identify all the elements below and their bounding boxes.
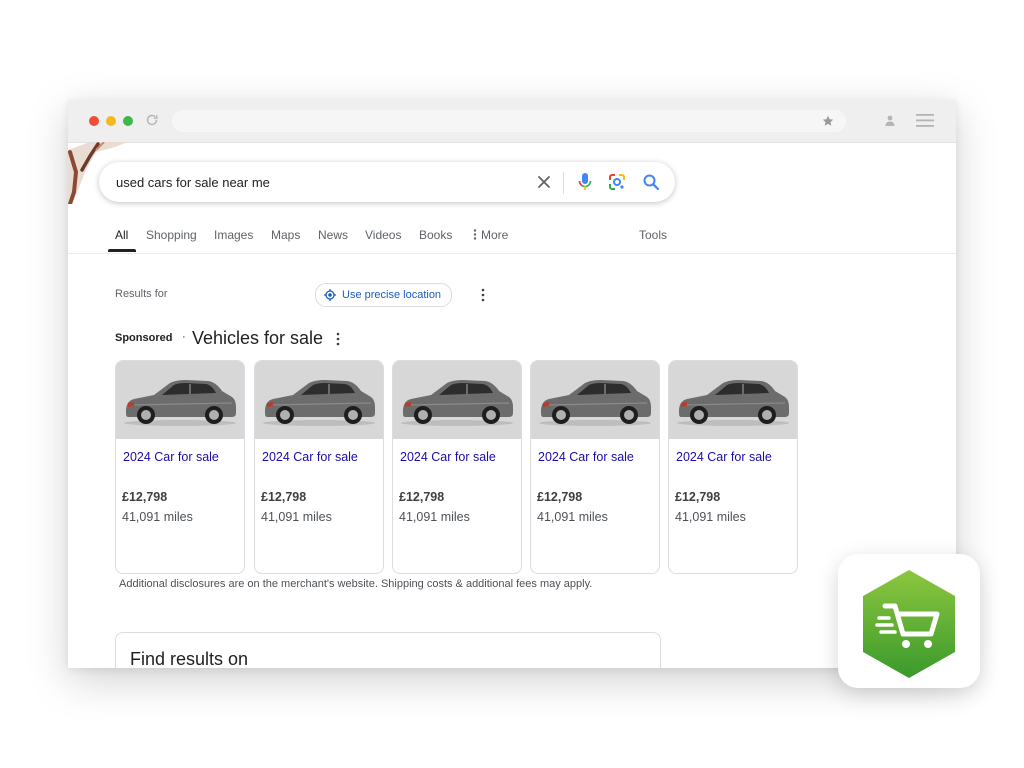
use-precise-location-button[interactable]: Use precise location <box>315 283 453 307</box>
tab-images[interactable]: Images <box>214 228 253 242</box>
vehicle-mileage: 41,091 miles <box>399 510 470 524</box>
tab-news[interactable]: News <box>318 228 348 242</box>
search-box[interactable]: used cars for sale near me <box>99 162 675 202</box>
vehicle-price: £12,798 <box>122 490 168 504</box>
vehicle-price: £12,798 <box>537 490 583 504</box>
vehicle-title[interactable]: 2024 Car for sale <box>262 450 358 464</box>
sponsored-label: Sponsored <box>115 332 173 344</box>
separator-dot: · <box>182 331 186 343</box>
more-vert-icon <box>473 229 477 240</box>
vehicle-card[interactable]: 2024 Car for sale £12,798 41,091 miles <box>530 360 660 574</box>
tab-more[interactable]: More <box>472 228 508 242</box>
car-image <box>401 380 513 426</box>
vehicle-card[interactable]: 2024 Car for sale £12,798 41,091 miles <box>254 360 384 574</box>
minimize-window-button[interactable] <box>106 116 116 126</box>
results-for-label: Results for <box>115 288 168 300</box>
profile-icon[interactable] <box>884 114 896 128</box>
vehicle-title[interactable]: 2024 Car for sale <box>123 450 219 464</box>
tab-videos[interactable]: Videos <box>365 228 401 242</box>
car-image <box>539 380 651 426</box>
search-icon[interactable] <box>642 173 660 191</box>
clear-icon[interactable] <box>536 174 552 190</box>
active-tab-indicator <box>108 249 136 252</box>
vehicle-image[interactable] <box>116 361 244 439</box>
find-results-panel: Find results on <box>115 632 661 668</box>
search-tabs: All Shopping Images Maps News Videos Boo… <box>68 224 956 254</box>
find-results-title: Find results on <box>130 649 249 668</box>
browser-toolbar <box>68 100 956 143</box>
vehicle-price: £12,798 <box>675 490 721 504</box>
search-divider <box>563 172 564 194</box>
vehicle-card[interactable]: 2024 Car for sale £12,798 41,091 miles <box>668 360 798 574</box>
close-window-button[interactable] <box>89 116 99 126</box>
precise-location-label: Use precise location <box>342 289 442 301</box>
disclosure-text: Additional disclosures are on the mercha… <box>119 578 593 590</box>
vehicle-title[interactable]: 2024 Car for sale <box>538 450 634 464</box>
tabs-divider <box>68 253 956 254</box>
maximize-window-button[interactable] <box>123 116 133 126</box>
tab-shopping[interactable]: Shopping <box>146 228 197 242</box>
vehicle-mileage: 41,091 miles <box>122 510 193 524</box>
vehicle-image[interactable] <box>393 361 521 439</box>
vehicle-title[interactable]: 2024 Car for sale <box>676 450 772 464</box>
car-image <box>124 380 236 426</box>
vehicle-image[interactable] <box>669 361 797 439</box>
vehicle-image[interactable] <box>255 361 383 439</box>
car-image <box>677 380 789 426</box>
address-bar[interactable] <box>172 110 846 132</box>
reload-icon[interactable] <box>145 113 159 127</box>
menu-icon[interactable] <box>916 114 934 127</box>
vehicle-card[interactable]: 2024 Car for sale £12,798 41,091 miles <box>115 360 245 574</box>
vehicle-mileage: 41,091 miles <box>537 510 608 524</box>
app-badge <box>838 554 980 688</box>
vehicle-title[interactable]: 2024 Car for sale <box>400 450 496 464</box>
vehicle-price: £12,798 <box>399 490 445 504</box>
vehicle-mileage: 41,091 miles <box>675 510 746 524</box>
tab-books[interactable]: Books <box>419 228 452 242</box>
car-image <box>263 380 375 426</box>
ads-options-icon[interactable] <box>335 332 341 346</box>
vehicle-price: £12,798 <box>261 490 307 504</box>
tab-all[interactable]: All <box>115 228 128 242</box>
browser-window: used cars for sale near me All Shopping … <box>68 100 956 668</box>
tools-button[interactable]: Tools <box>639 228 667 242</box>
shopping-cart-icon <box>863 570 955 678</box>
vehicle-mileage: 41,091 miles <box>261 510 332 524</box>
vehicle-image[interactable] <box>531 361 659 439</box>
tab-more-label: More <box>481 228 509 242</box>
location-target-icon <box>324 289 336 301</box>
tab-maps[interactable]: Maps <box>271 228 300 242</box>
search-input[interactable]: used cars for sale near me <box>116 173 496 193</box>
vehicle-card[interactable]: 2024 Car for sale £12,798 41,091 miles <box>392 360 522 574</box>
lens-icon[interactable] <box>608 173 626 191</box>
bookmark-star-icon[interactable] <box>822 115 834 127</box>
mic-icon[interactable] <box>578 172 592 192</box>
section-title: Vehicles for sale <box>192 328 324 348</box>
location-options-icon[interactable] <box>480 288 486 302</box>
